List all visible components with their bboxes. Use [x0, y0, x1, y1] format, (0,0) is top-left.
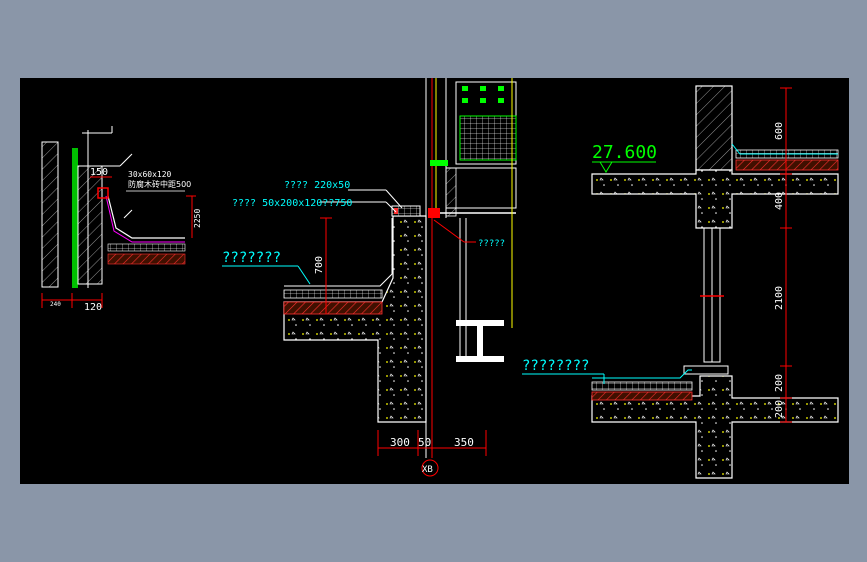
left-dim-bottom-2: 120 [84, 302, 102, 313]
right-dim-400: 400 [774, 192, 785, 210]
middle-label-2: ???? 50x200x120??750 [232, 198, 352, 209]
left-detail: 150 30x60x120 防腐木砖中距500 2250 240 120 [41, 126, 202, 313]
red-anchor [428, 208, 440, 218]
right-lower-insulation [591, 391, 693, 401]
right-lower-slab [591, 375, 839, 479]
left-dim-side: 2250 [193, 209, 202, 228]
middle-dim-350: 350 [454, 436, 474, 449]
roof-layer-1 [283, 289, 383, 299]
middle-dim-700: 700 [314, 256, 325, 274]
window-sill-green [430, 160, 448, 166]
left-floor-layer [107, 243, 186, 252]
cad-drawing-canvas: 150 30x60x120 防腐木砖中距500 2250 240 120 ???… [20, 78, 849, 484]
right-dim-2100: 2100 [774, 286, 785, 310]
elevation-mark: 27.600 [592, 142, 657, 163]
middle-dim-50: 50 [418, 436, 431, 449]
roof-insulation [283, 301, 383, 315]
left-wall-membrane [72, 148, 78, 288]
left-note-1: 30x60x120 [128, 170, 172, 179]
parapet-concrete [283, 215, 427, 423]
middle-detail: ???? 220x50 ???? 50x200x120??750 ????? ?… [222, 78, 517, 477]
right-upper-insulation [735, 159, 839, 171]
cad-drawing: 150 30x60x120 防腐木砖中距500 2250 240 120 ???… [41, 78, 839, 479]
right-dim-200a: 200 [774, 374, 785, 392]
right-dim-200b: 200 [774, 400, 785, 418]
window-glass-grid [459, 115, 517, 161]
left-dim-150: 150 [90, 167, 108, 178]
steel-beam-top [456, 320, 504, 326]
middle-label-1: ???? 220x50 [284, 180, 350, 191]
left-dim-bottom-1: 240 [50, 301, 61, 308]
middle-dim-300: 300 [390, 436, 410, 449]
left-note-2: 防腐木砖中距500 [128, 179, 191, 189]
right-detail: 27.600 ???????? 600 400 2100 200 200 [522, 85, 839, 479]
right-upper-slab [591, 169, 839, 229]
right-upper-wall [695, 85, 733, 171]
left-wall-block [77, 165, 103, 285]
right-title: ???????? [522, 358, 589, 374]
middle-label-3: ????? [478, 239, 505, 249]
right-dim-600: 600 [774, 122, 785, 140]
left-wall-hatch [41, 141, 59, 288]
middle-title: ??????? [222, 250, 281, 266]
left-floor-insulation [107, 253, 186, 265]
middle-axis-label: XB [422, 465, 433, 475]
